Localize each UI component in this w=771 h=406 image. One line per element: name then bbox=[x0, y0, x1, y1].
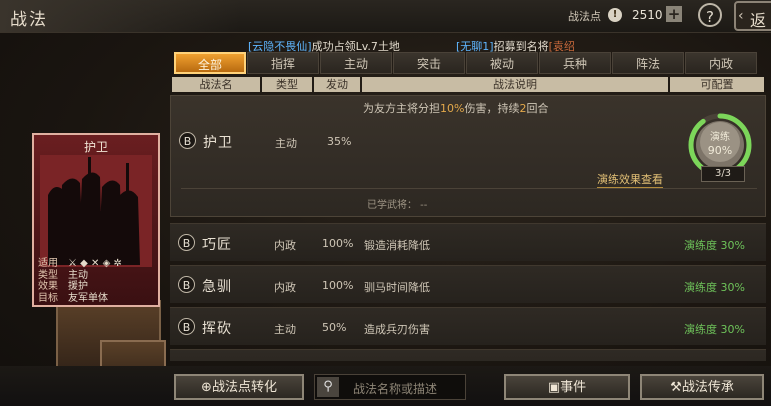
tactic-name: 护卫 bbox=[203, 135, 233, 151]
top-bar: 战法 战法点 ! 2510 + ? ‹ 返 bbox=[0, 0, 771, 33]
convert-icon: ⊕ bbox=[201, 380, 212, 395]
tactic-trigger: 100% bbox=[322, 237, 354, 250]
points-info-icon[interactable]: ! bbox=[608, 8, 622, 22]
tactic-type: 内政 bbox=[274, 281, 296, 294]
tactic-trigger: 50% bbox=[322, 321, 347, 334]
tactic-trigger: 35% bbox=[327, 135, 352, 148]
column-header-trigger[interactable]: 发动 bbox=[314, 77, 360, 92]
grade-badge: B bbox=[178, 234, 195, 251]
add-points-button[interactable]: + bbox=[666, 6, 682, 22]
tactic-name: 挥砍 bbox=[202, 321, 232, 337]
tactic-row-partial[interactable] bbox=[170, 349, 766, 361]
hammer-icon: ⚒ bbox=[670, 380, 682, 395]
practice-degree: 演练度 30% bbox=[684, 239, 745, 252]
search-input[interactable]: 战法名称或描述 bbox=[353, 380, 437, 397]
tab-command[interactable]: 指挥 bbox=[247, 52, 319, 74]
tab-all[interactable]: 全部 bbox=[174, 52, 246, 74]
column-header-type[interactable]: 类型 bbox=[262, 77, 312, 92]
tactic-description: 造成兵刃伤害 bbox=[364, 323, 430, 336]
search-box[interactable]: ⚲ 战法名称或描述 bbox=[314, 374, 466, 400]
search-icon: ⚲ bbox=[317, 377, 339, 397]
event-button[interactable]: ▣事件 bbox=[504, 374, 630, 400]
practice-level: 3/3 bbox=[701, 166, 745, 182]
tab-internal-affairs[interactable]: 内政 bbox=[685, 52, 757, 74]
tactic-points-value: 2510 bbox=[632, 8, 663, 22]
grade-badge: B bbox=[179, 132, 196, 149]
page-title: 战法 bbox=[10, 10, 48, 30]
tactic-description: 锻造消耗降低 bbox=[364, 239, 430, 252]
tactic-type: 内政 bbox=[274, 239, 296, 252]
tactic-row[interactable]: B 挥砍 主动 50% 造成兵刃伤害 演练度 30% bbox=[170, 307, 766, 345]
back-arrow-icon: ‹ bbox=[738, 8, 744, 24]
card-info: 适用 ⚔ ◆ ✕ ◈ ✲ 类型 主动 效果 援护 目标 友军单体 bbox=[38, 258, 122, 304]
event-icon: ▣ bbox=[547, 380, 561, 395]
tactic-type: 主动 bbox=[274, 323, 296, 336]
back-label: 返 bbox=[750, 11, 767, 30]
grade-badge: B bbox=[178, 318, 195, 335]
applies-icons: ⚔ ◆ ✕ ◈ ✲ bbox=[68, 258, 122, 269]
grade-badge: B bbox=[178, 276, 195, 293]
column-header-description: 战法说明 bbox=[362, 77, 668, 92]
tactic-card[interactable]: 护卫 适用 ⚔ ◆ ✕ ◈ ✲ 类型 主动 效果 援护 目标 友军单体 bbox=[32, 133, 160, 307]
tactic-points-label: 战法点 bbox=[568, 10, 601, 23]
divider bbox=[181, 188, 757, 189]
practice-degree: 演练度 30% bbox=[684, 281, 745, 294]
column-header-name[interactable]: 战法名 bbox=[172, 77, 260, 92]
learned-generals: 已学武将： -- bbox=[367, 200, 428, 211]
tactic-name: 急驯 bbox=[202, 279, 232, 295]
tactic-description: 驯马时间降低 bbox=[364, 281, 430, 294]
tab-formation[interactable]: 阵法 bbox=[612, 52, 684, 74]
back-button[interactable]: ‹ 返 bbox=[734, 1, 771, 31]
category-tabs: 全部 指挥 主动 突击 被动 兵种 阵法 内政 bbox=[174, 52, 764, 74]
practice-degree: 演练度 30% bbox=[684, 323, 745, 336]
tactic-name: 巧匠 bbox=[202, 237, 232, 253]
practice-effect-link[interactable]: 演练效果查看 bbox=[597, 171, 663, 188]
tactic-inherit-button[interactable]: ⚒战法传承 bbox=[640, 374, 764, 400]
tactic-type: 主动 bbox=[275, 137, 297, 150]
tab-passive[interactable]: 被动 bbox=[466, 52, 538, 74]
column-header-configurable[interactable]: 可配置 bbox=[670, 77, 764, 92]
card-title: 护卫 bbox=[83, 140, 108, 154]
tactic-trigger: 100% bbox=[322, 279, 354, 292]
tab-assault[interactable]: 突击 bbox=[393, 52, 465, 74]
convert-points-button[interactable]: ⊕战法点转化 bbox=[174, 374, 304, 400]
tactic-row[interactable]: B 巧匠 内政 100% 锻造消耗降低 演练度 30% bbox=[170, 223, 766, 261]
tactic-row-expanded[interactable]: 为友方主将分担10%伤害，持续2回合 B 护卫 主动 35% 演练 90% 3/… bbox=[170, 95, 766, 217]
tab-active[interactable]: 主动 bbox=[320, 52, 392, 74]
practice-label: 演练 bbox=[710, 130, 730, 143]
tactic-description: 为友方主将分担10%伤害，持续2回合 bbox=[363, 102, 549, 115]
tactic-row[interactable]: B 急驯 内政 100% 驯马时间降低 演练度 30% bbox=[170, 265, 766, 303]
help-button[interactable]: ? bbox=[698, 3, 722, 27]
practice-value: 90% bbox=[708, 144, 732, 157]
tab-troop-type[interactable]: 兵种 bbox=[539, 52, 611, 74]
tactic-list: 为友方主将分担10%伤害，持续2回合 B 护卫 主动 35% 演练 90% 3/… bbox=[170, 95, 766, 361]
soldiers-illustration bbox=[40, 155, 152, 267]
